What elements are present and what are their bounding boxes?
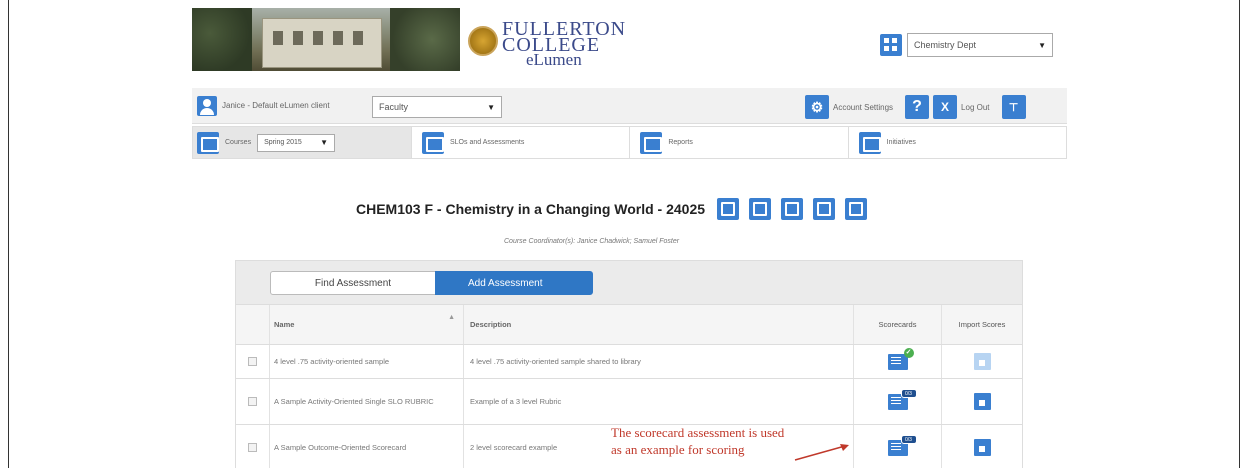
- column-header-scorecards: Scorecards: [854, 305, 942, 344]
- course-coordinators: Course Coordinator(s): Janice Chadwick; …: [504, 238, 680, 245]
- scorecard-cell: ✓: [854, 345, 942, 378]
- slo-icon: [422, 131, 444, 154]
- dept-select[interactable]: Chemistry Dept ▼: [907, 33, 1053, 57]
- column-header-import-scores: Import Scores: [958, 319, 1006, 329]
- row-name[interactable]: A Sample Activity-Oriented Single SLO RU…: [270, 379, 464, 424]
- grid-icon: [880, 34, 902, 56]
- people-icon[interactable]: [845, 198, 868, 220]
- annotation-line1: The scorecard assessment is used: [611, 425, 785, 440]
- user-icon: [197, 96, 217, 116]
- tab-courses-label: Courses: [225, 139, 252, 146]
- check-icon: ✓: [903, 347, 914, 358]
- chevron-down-icon: ▼: [487, 102, 495, 112]
- seal-icon: [468, 26, 498, 56]
- bridge-icon[interactable]: [749, 198, 772, 220]
- row-checkbox[interactable]: [248, 357, 257, 366]
- row-select-cell: [236, 425, 270, 468]
- table-header-row: Name ▲ Description Scorecards Import Sco…: [236, 304, 1022, 344]
- scorecard-icon[interactable]: ✓: [887, 347, 914, 370]
- college-logo: FULLERTON COLLEGE eLumen: [460, 8, 658, 71]
- import-scores-icon: [973, 353, 991, 370]
- column-header-name[interactable]: Name ▲: [270, 305, 464, 344]
- dept-selector: Chemistry Dept ▼: [880, 33, 1053, 57]
- tab-slos-assessments[interactable]: SLOs and Assessments: [412, 127, 631, 158]
- column-header-description-label: Description: [470, 320, 512, 329]
- upload-icon[interactable]: [717, 198, 740, 220]
- tab-initiatives[interactable]: Initiatives: [848, 127, 1066, 158]
- reports-icon: [640, 131, 663, 154]
- building-graphic: [262, 18, 382, 68]
- calendar-icon: [197, 131, 219, 154]
- tab-initiatives-label: Initiatives: [886, 139, 916, 146]
- dept-select-value: Chemistry Dept: [914, 40, 977, 50]
- annotation-arrow-icon: [794, 444, 849, 461]
- account-settings-link[interactable]: Account Settings: [833, 103, 893, 112]
- row-checkbox[interactable]: [248, 397, 257, 406]
- scorecard-badge: 0/3: [900, 388, 917, 398]
- course-header: CHEM103 F - Chemistry in a Changing Worl…: [356, 198, 868, 220]
- gears-icon[interactable]: ⚙: [805, 95, 829, 119]
- user-name: Janice - Default eLumen client: [222, 101, 330, 110]
- close-icon[interactable]: X: [933, 95, 958, 119]
- initiatives-icon: [858, 131, 881, 154]
- find-assessment-button[interactable]: Find Assessment: [270, 271, 436, 295]
- logout-link[interactable]: Log Out: [961, 103, 989, 112]
- add-assessment-button[interactable]: Add Assessment: [435, 271, 593, 295]
- role-select[interactable]: Faculty ▼: [372, 96, 502, 118]
- tree-graphic: [192, 8, 252, 71]
- term-select-value: Spring 2015: [264, 139, 302, 146]
- tab-courses[interactable]: Courses Spring 2015 ▼: [193, 127, 412, 158]
- scorecard-icon[interactable]: 0/3: [887, 434, 917, 456]
- term-select[interactable]: Spring 2015 ▼: [257, 133, 336, 152]
- row-select-cell: [236, 345, 270, 378]
- scorecard-badge: 0/3: [900, 434, 917, 444]
- import-cell: [942, 379, 1022, 424]
- import-scores-icon[interactable]: [973, 439, 991, 456]
- table-row: 4 level .75 activity-oriented sample 4 l…: [236, 344, 1022, 378]
- logo-line3: eLumen: [526, 50, 582, 69]
- scorecard-icon[interactable]: 0/3: [887, 388, 917, 410]
- chevron-down-icon: ▼: [1038, 40, 1046, 50]
- tree-graphic: [390, 8, 460, 71]
- chevron-down-icon: ▼: [320, 138, 329, 147]
- help-button[interactable]: ?: [905, 95, 930, 119]
- report-icon[interactable]: [813, 198, 836, 220]
- import-cell: [942, 345, 1022, 378]
- annotation-line2: as an example for scoring: [611, 442, 745, 457]
- import-scores-icon[interactable]: [973, 393, 991, 410]
- page-title: CHEM103 F - Chemistry in a Changing Worl…: [356, 201, 706, 217]
- import-cell: [942, 425, 1022, 468]
- chart-icon[interactable]: [781, 198, 804, 220]
- table-row: A Sample Activity-Oriented Single SLO RU…: [236, 378, 1022, 424]
- scorecard-cell: 0/3: [854, 379, 942, 424]
- account-actions: ⚙ Account Settings ? X Log Out ⊤: [805, 95, 1026, 119]
- column-header-name-label: Name: [274, 320, 295, 329]
- row-name[interactable]: A Sample Outcome-Oriented Scorecard: [270, 425, 464, 468]
- campus-banner-image: [192, 8, 460, 71]
- tab-reports[interactable]: Reports: [630, 127, 849, 158]
- role-select-value: Faculty: [379, 102, 409, 112]
- row-description: Example of a 3 level Rubric: [464, 379, 854, 424]
- annotation-text: The scorecard assessment is used as an e…: [611, 424, 784, 458]
- header-select-cell: [236, 305, 270, 344]
- scorecard-cell: 0/3: [854, 425, 942, 468]
- tab-reports-label: Reports: [668, 139, 693, 146]
- main-nav: Courses Spring 2015 ▼ SLOs and Assessmen…: [192, 126, 1067, 159]
- logout-icon[interactable]: ⊤: [1001, 95, 1026, 119]
- column-header-description[interactable]: Description: [464, 305, 854, 344]
- tab-slos-label: SLOs and Assessments: [450, 139, 525, 146]
- sort-up-icon[interactable]: ▲: [448, 312, 455, 323]
- row-select-cell: [236, 379, 270, 424]
- row-name[interactable]: 4 level .75 activity-oriented sample: [270, 345, 464, 378]
- row-checkbox[interactable]: [248, 443, 257, 452]
- row-description: 4 level .75 activity-oriented sample sha…: [464, 345, 854, 378]
